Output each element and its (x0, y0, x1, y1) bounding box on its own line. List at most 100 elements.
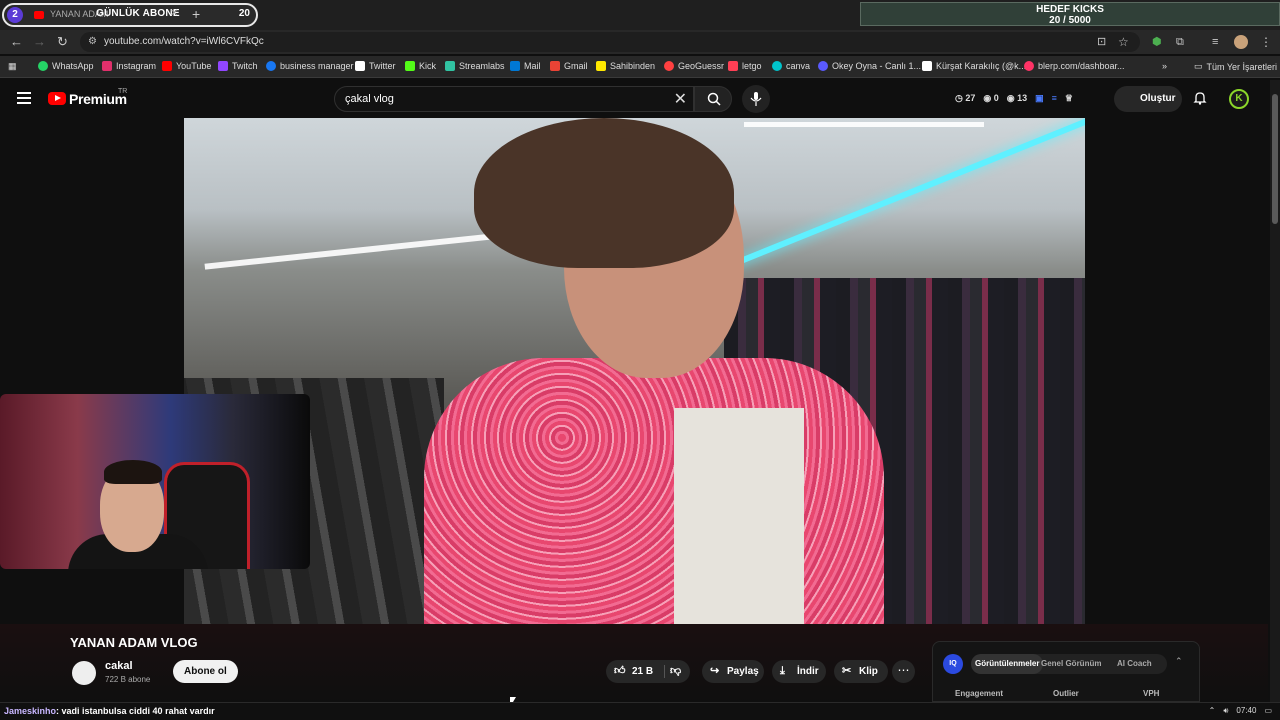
share-arrow-icon: ↪ (710, 665, 720, 677)
bookmark-twitch[interactable]: Twitch (218, 61, 258, 71)
search-button[interactable] (694, 86, 732, 112)
volume-icon[interactable]: 🔊︎ (1223, 706, 1228, 716)
voice-search-button[interactable] (742, 85, 770, 113)
download-icon: ⤓ (780, 665, 785, 677)
daily-sub-overlay-label: GÜNLÜK ABONE (96, 8, 180, 19)
chat-username: Jameskinho (4, 706, 57, 716)
browser-nav-bar: ← → ↻ ⚙ youtube.com/watch?v=iWl6CVFkQc ⊡… (0, 30, 1280, 54)
bookmark-sahibinden[interactable]: Sahibinden (596, 61, 655, 71)
menu-icon[interactable] (17, 92, 31, 104)
tab-overview[interactable]: Genel Görünüm (1041, 654, 1101, 674)
tiktok-icon (922, 61, 932, 71)
kick-goal-overlay: HEDEF KICKS 20 / 5000 (860, 2, 1280, 26)
vidiq-panel: IQ Görüntülenmeler Genel Görünüm AI Coac… (932, 641, 1200, 702)
video-person-shirt (674, 408, 804, 624)
bookmark-geoguessr[interactable]: GeoGuessr (664, 61, 724, 71)
extension-iq-icon[interactable]: ▣ (1035, 93, 1044, 104)
active-tab[interactable]: 2 YANAN ADAM GÜNLÜK ABONE ✕ + 20 (2, 3, 258, 27)
vidiq-logo-icon: IQ (943, 654, 963, 674)
kick-goal-progress: 20 / 5000 (1049, 15, 1091, 26)
profile-icon[interactable] (1234, 35, 1248, 49)
download-button[interactable]: ⤓ İndir (772, 660, 826, 683)
all-bookmarks-folder[interactable]: ▭ Tüm Yer İşaretleri (1194, 61, 1277, 72)
channel-name[interactable]: cakal (105, 660, 133, 672)
extension-list-icon[interactable]: ≡ (1052, 93, 1057, 104)
tab-views[interactable]: Görüntülenmeler (971, 654, 1044, 674)
tab-ai-coach[interactable]: AI Coach (1117, 654, 1152, 674)
page-scrollbar[interactable] (1270, 80, 1280, 702)
sahibinden-icon (596, 61, 606, 71)
collapse-chevron-icon[interactable]: ⌃ (1175, 656, 1183, 667)
reload-icon[interactable]: ↻ (57, 34, 68, 50)
back-icon[interactable]: ← (10, 34, 23, 50)
letgo-icon (728, 61, 738, 71)
clear-search-icon[interactable]: ✕ (674, 89, 687, 109)
search-input[interactable]: çakal vlog ✕ (334, 86, 694, 112)
bookmark-star-icon[interactable]: ☆ (1118, 34, 1129, 50)
column-vph: VPH (1143, 689, 1160, 698)
bookmark-twitter[interactable]: Twitter (355, 61, 396, 71)
bookmark-gmail[interactable]: Gmail (550, 61, 588, 71)
extensions-puzzle-icon[interactable]: ⧉ (1176, 34, 1184, 50)
bookmark-okey[interactable]: Okey Oyna - Canlı 1... (818, 61, 921, 71)
share-button[interactable]: ↪ Paylaş (702, 660, 764, 683)
okey-icon (818, 61, 828, 71)
subscribe-button[interactable]: Abone ol (173, 660, 238, 683)
dislike-thumb-icon[interactable]: 👎︎ (670, 660, 681, 683)
bookmark-letgo[interactable]: letgo (728, 61, 762, 71)
scrollbar-thumb[interactable] (1272, 94, 1278, 224)
forward-icon[interactable]: → (33, 34, 46, 50)
extension-shield-icon[interactable]: ⬢ (1152, 34, 1162, 50)
account-avatar[interactable]: K (1229, 89, 1249, 109)
stat-eye: ◉ 0 (983, 93, 999, 103)
more-bookmarks-icon[interactable]: » (1162, 61, 1167, 71)
youtube-icon (162, 61, 172, 71)
apps-grid-icon[interactable]: ▦ (8, 61, 17, 72)
canva-icon (772, 61, 782, 71)
subscriber-count: 722 B abone (105, 675, 151, 684)
video-title: YANAN ADAM VLOG (70, 635, 198, 650)
bookmark-kick[interactable]: Kick (405, 61, 436, 71)
url-text[interactable]: youtube.com/watch?v=iWl6CVFkQc (104, 36, 264, 47)
install-app-icon[interactable]: ⊡ (1097, 34, 1106, 50)
vidiq-tabs: Görüntülenmeler Genel Görünüm AI Coach (971, 654, 1167, 674)
clock[interactable]: 07:40 (1236, 706, 1256, 716)
bookmark-whatsapp[interactable]: WhatsApp (38, 61, 94, 71)
more-actions-icon[interactable]: ⋯ (892, 660, 915, 683)
video-player[interactable] (184, 118, 1085, 624)
clip-button[interactable]: ✂ Klip (834, 660, 888, 683)
taskbar: Jameskinho: vadi istanbulsa ciddi 40 rah… (0, 702, 1280, 720)
trophy-icon[interactable]: ♕ (1065, 93, 1073, 104)
bookmark-streamlabs[interactable]: Streamlabs (445, 61, 505, 71)
bookmark-youtube[interactable]: YouTube (162, 61, 211, 71)
chat-ticker: Jameskinho: vadi istanbulsa ciddi 40 rah… (4, 706, 215, 716)
notification-icon[interactable]: ▭ (1264, 706, 1272, 716)
like-count[interactable]: 21 B (632, 660, 653, 683)
site-info-icon[interactable]: ⚙ (88, 36, 97, 47)
location-pin-icon (664, 61, 674, 71)
channel-avatar[interactable] (72, 661, 96, 685)
search-query[interactable]: çakal vlog (345, 93, 394, 105)
bookmark-business-manager[interactable]: business manager (266, 61, 354, 71)
tab-group-badge[interactable]: 2 (7, 7, 23, 23)
bookmark-tiktok[interactable]: Kürşat Karakılıç (@k... (922, 61, 1026, 71)
browser-menu-icon[interactable]: ⋮ (1260, 34, 1272, 50)
create-button[interactable]: Oluştur (1114, 86, 1182, 112)
video-person-jacket (424, 358, 884, 624)
tray-chevron-icon[interactable]: ⌃ (1209, 706, 1216, 716)
address-bar[interactable]: ⚙ youtube.com/watch?v=iWl6CVFkQc (80, 32, 1140, 52)
bookmark-blerp[interactable]: blerp.com/dashboar... (1024, 61, 1125, 71)
new-tab-icon[interactable]: + (192, 6, 200, 22)
bookmark-canva[interactable]: canva (772, 61, 810, 71)
microphone-icon (750, 92, 762, 106)
youtube-logo-icon[interactable] (48, 92, 66, 105)
bookmark-mail[interactable]: Mail (510, 61, 541, 71)
reading-list-icon[interactable]: ≡ (1212, 34, 1218, 50)
tab-close-icon[interactable]: ✕ (170, 8, 178, 19)
like-dislike-group: 👍︎ 21 B 👎︎ (606, 660, 690, 683)
bookmark-instagram[interactable]: Instagram (102, 61, 156, 71)
like-thumb-icon[interactable]: 👍︎ (614, 660, 626, 683)
x-icon (355, 61, 365, 71)
notifications-bell-icon[interactable] (1193, 91, 1207, 105)
blerp-icon (1024, 61, 1034, 71)
